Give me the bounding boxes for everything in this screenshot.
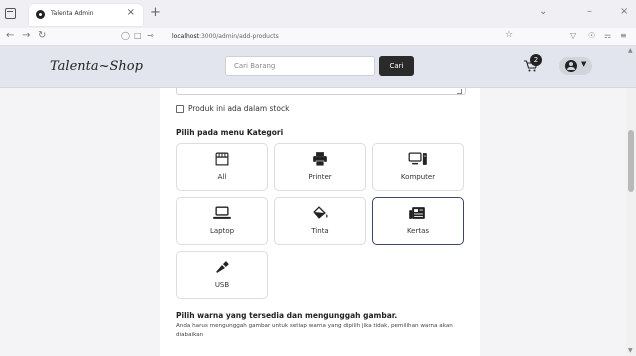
permissions-icon[interactable]: ⊸: [147, 31, 154, 40]
browser-nav-bar: ← → ↻ ◯ □ ⊸ localhost:3000/admin/add-pro…: [0, 28, 636, 46]
product-form-card: Produk ini ada dalam stock Pilih pada me…: [160, 88, 480, 356]
stock-checkbox[interactable]: [176, 105, 184, 113]
computer-icon: [408, 152, 427, 165]
tab-title: Talenta Admin: [51, 10, 94, 17]
scrollbar-thumb[interactable]: [628, 130, 634, 192]
category-laptop[interactable]: Laptop: [176, 197, 268, 245]
tab-overview-icon[interactable]: [5, 8, 16, 19]
search-input[interactable]: Cari Barang: [225, 56, 375, 76]
forward-icon[interactable]: →: [22, 30, 30, 41]
category-label: Tinta: [311, 227, 329, 235]
category-all[interactable]: All: [176, 143, 268, 191]
caret-down-icon: ▼: [581, 60, 587, 68]
back-icon[interactable]: ←: [6, 30, 14, 41]
usb-icon: [216, 261, 229, 273]
store-icon: [215, 152, 229, 166]
category-label: All: [217, 173, 227, 181]
reload-icon[interactable]: ↻: [38, 30, 46, 41]
bookmark-star-icon[interactable]: ☆: [505, 30, 513, 40]
minimize-icon[interactable]: –: [587, 6, 592, 17]
laptop-icon: [213, 206, 231, 219]
category-label: Laptop: [209, 227, 235, 235]
category-kertas[interactable]: Kertas: [372, 197, 464, 245]
stock-label: Produk ini ada dalam stock: [188, 104, 290, 113]
extensions-icon[interactable]: ⚎: [604, 31, 611, 40]
favicon-icon: [36, 10, 45, 19]
browser-tab[interactable]: Talenta Admin ×: [29, 4, 143, 26]
url-host: localhost: [172, 33, 199, 40]
category-label: Kertas: [406, 227, 430, 235]
address-bar[interactable]: localhost:3000/admin/add-products: [172, 33, 279, 40]
url-path: :3000/admin/add-products: [198, 33, 279, 40]
shield-icon[interactable]: ◯: [121, 31, 130, 40]
category-usb[interactable]: USB: [176, 251, 268, 299]
scrollbar-track[interactable]: [626, 88, 636, 356]
new-tab-icon[interactable]: +: [150, 5, 161, 20]
category-label: Printer: [308, 173, 332, 181]
search-placeholder: Cari Barang: [234, 62, 276, 70]
color-heading: Pilih warna yang tersedia dan mengunggah…: [176, 311, 398, 320]
scroll-down-icon[interactable]: ▼: [628, 347, 633, 354]
category-tinta[interactable]: Tinta: [274, 197, 366, 245]
category-komputer[interactable]: Komputer: [372, 143, 464, 191]
category-label: Komputer: [400, 173, 436, 181]
category-printer[interactable]: Printer: [274, 143, 366, 191]
browser-tab-bar: Talenta Admin × + ⌄ – ×: [0, 0, 636, 28]
tab-list-icon[interactable]: ⌄: [539, 6, 547, 17]
site-header: Talenta~Shop Cari Barang Cari 2 ▼: [0, 46, 636, 88]
account-sync-icon[interactable]: ☉: [588, 31, 595, 40]
cart-count-badge: 2: [530, 54, 542, 66]
close-tab-icon[interactable]: ×: [127, 7, 135, 18]
category-label: USB: [214, 281, 230, 289]
printer-icon: [313, 152, 327, 166]
account-menu-button[interactable]: ▼: [559, 57, 592, 75]
resize-handle-icon[interactable]: [457, 89, 462, 94]
brand-logo[interactable]: Talenta~Shop: [50, 59, 143, 74]
description-textarea[interactable]: [176, 88, 466, 95]
window-close-icon[interactable]: ×: [620, 6, 628, 17]
search-button[interactable]: Cari: [379, 56, 414, 76]
pocket-icon[interactable]: ▽: [570, 31, 576, 40]
newspaper-icon: [409, 207, 425, 219]
color-description: Anda harus mengunggah gambar untuk setia…: [176, 323, 453, 338]
category-heading: Pilih pada menu Kategori: [176, 128, 284, 137]
page-icon[interactable]: □: [134, 31, 142, 40]
user-icon: [565, 60, 577, 72]
menu-icon[interactable]: ≡: [620, 31, 627, 40]
scroll-up-icon[interactable]: ▲: [628, 47, 633, 54]
ink-icon: [313, 206, 328, 219]
